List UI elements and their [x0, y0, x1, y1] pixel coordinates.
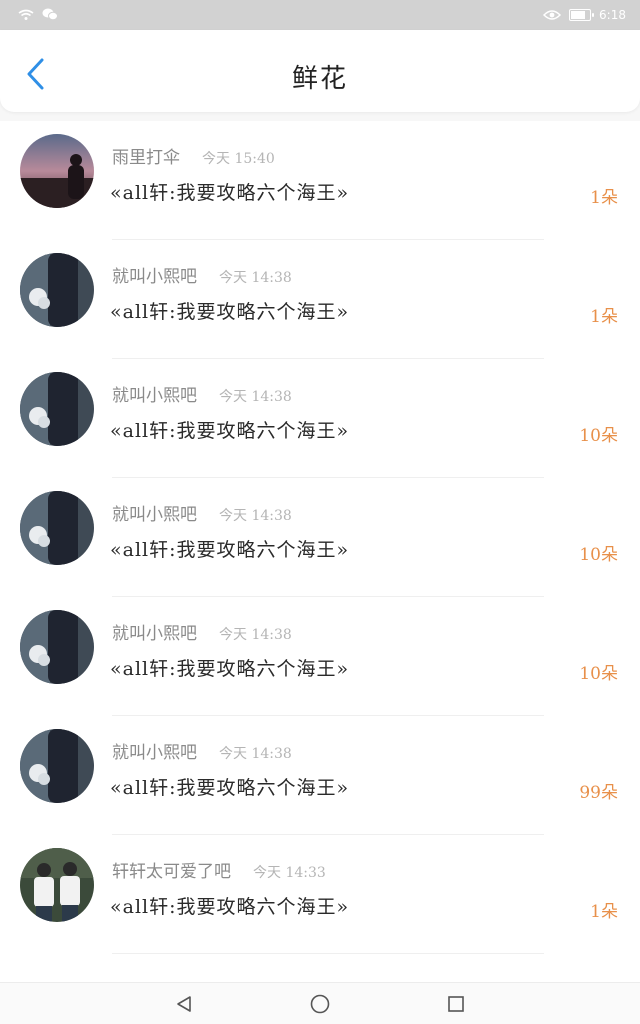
- flower-count: 99朵: [579, 783, 618, 803]
- battery-icon: [569, 9, 595, 21]
- avatar[interactable]: [20, 253, 94, 327]
- work-title[interactable]: «all轩:我要攻略六个海王»: [110, 178, 349, 205]
- work-title[interactable]: «all轩:我要攻略六个海王»: [110, 654, 349, 681]
- avatar[interactable]: [20, 372, 94, 446]
- status-bar: 6:18: [0, 0, 640, 30]
- header: 鲜花: [0, 30, 640, 112]
- sent-time: 今天 14:38: [219, 746, 292, 762]
- flower-count: 1朵: [590, 188, 618, 208]
- list-item[interactable]: 轩轩太可爱了吧 今天 14:33 «all轩:我要攻略六个海王» 1朵: [0, 835, 640, 954]
- flower-count: 1朵: [590, 307, 618, 327]
- wifi-icon: [18, 6, 34, 25]
- recents-nav-button[interactable]: [442, 990, 470, 1018]
- avatar[interactable]: [20, 610, 94, 684]
- avatar[interactable]: [20, 848, 94, 922]
- sent-time: 今天 14:38: [219, 270, 292, 286]
- list-item[interactable]: 就叫小熙吧 今天 14:38 «all轩:我要攻略六个海王» 10朵: [0, 359, 640, 478]
- avatar[interactable]: [20, 491, 94, 565]
- flower-count: 10朵: [579, 664, 618, 684]
- back-nav-button[interactable]: [170, 990, 198, 1018]
- circle-home-icon: [310, 994, 330, 1013]
- sender-name[interactable]: 就叫小熙吧: [112, 500, 197, 525]
- work-title[interactable]: «all轩:我要攻略六个海王»: [110, 297, 349, 324]
- list-item[interactable]: 就叫小熙吧 今天 14:38 «all轩:我要攻略六个海王» 1朵: [0, 240, 640, 359]
- sender-name[interactable]: 就叫小熙吧: [112, 619, 197, 644]
- wechat-icon: [42, 6, 58, 25]
- work-title[interactable]: «all轩:我要攻略六个海王»: [110, 773, 349, 800]
- sent-time: 今天 14:33: [253, 865, 326, 881]
- flower-count: 1朵: [590, 902, 618, 922]
- sent-time: 今天 14:38: [219, 389, 292, 405]
- sender-name[interactable]: 就叫小熙吧: [112, 738, 197, 763]
- sender-name[interactable]: 雨里打伞: [112, 143, 180, 168]
- sender-name[interactable]: 轩轩太可爱了吧: [112, 857, 231, 882]
- flower-count: 10朵: [579, 545, 618, 565]
- work-title[interactable]: «all轩:我要攻略六个海王»: [110, 892, 349, 919]
- avatar[interactable]: [20, 729, 94, 803]
- triangle-back-icon: [177, 995, 191, 1012]
- page-title: 鲜花: [291, 64, 348, 94]
- list-item[interactable]: 就叫小熙吧 今天 14:38 «all轩:我要攻略六个海王» 99朵: [0, 716, 640, 835]
- avatar[interactable]: [20, 134, 94, 208]
- work-title[interactable]: «all轩:我要攻略六个海王»: [110, 416, 349, 443]
- sender-name[interactable]: 就叫小熙吧: [112, 381, 197, 406]
- work-title[interactable]: «all轩:我要攻略六个海王»: [110, 535, 349, 562]
- status-time: 6:18: [599, 8, 626, 22]
- flower-count: 10朵: [579, 426, 618, 446]
- square-recents-icon: [448, 995, 464, 1012]
- sent-time: 今天 14:38: [219, 627, 292, 643]
- flower-list: 雨里打伞 今天 15:40 «all轩:我要攻略六个海王» 1朵 就叫小熙吧 今天 14:…: [0, 121, 640, 982]
- list-item[interactable]: 就叫小熙吧 今天 14:38 «all轩:我要攻略六个海王» 10朵: [0, 478, 640, 597]
- sent-time: 今天 15:40: [202, 151, 275, 167]
- list-item[interactable]: 就叫小熙吧 今天 14:38 «all轩:我要攻略六个海王» 10朵: [0, 597, 640, 716]
- list-item[interactable]: 雨里打伞 今天 15:40 «all轩:我要攻略六个海王» 1朵: [0, 121, 640, 240]
- sent-time: 今天 14:38: [219, 508, 292, 524]
- home-nav-button[interactable]: [306, 990, 334, 1018]
- divider: [112, 953, 544, 954]
- sender-name[interactable]: 就叫小熙吧: [112, 262, 197, 287]
- eye-icon: [542, 6, 562, 25]
- system-nav-bar: [0, 982, 640, 1024]
